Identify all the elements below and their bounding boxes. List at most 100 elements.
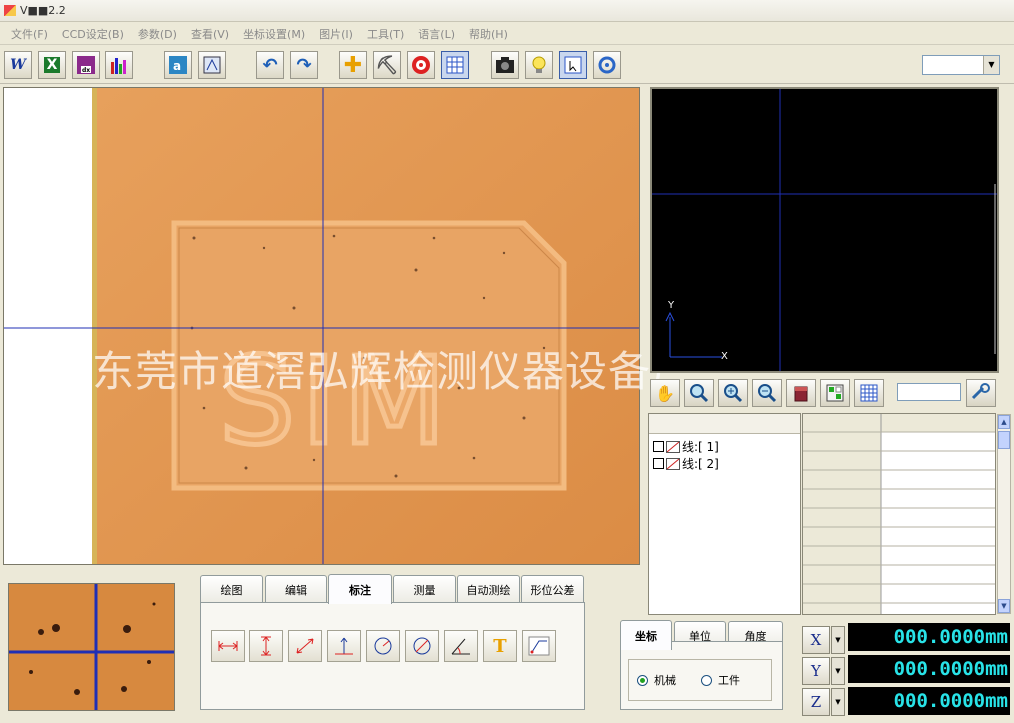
list-item[interactable]: 线:[ 2] — [653, 455, 719, 472]
select-button[interactable] — [559, 51, 587, 79]
radio-workpiece[interactable]: 工件 — [701, 672, 740, 688]
tab-coordinates[interactable]: 坐标 — [620, 620, 672, 650]
report-chart-button[interactable] — [105, 51, 133, 79]
refresh-button[interactable] — [593, 51, 621, 79]
excel-icon: X — [43, 57, 61, 73]
excel-export-button[interactable]: X — [38, 51, 66, 79]
radio-machine[interactable]: 机械 — [637, 672, 676, 688]
radio-machine-indicator[interactable] — [637, 674, 648, 686]
select-icon — [564, 56, 582, 74]
watermark-text: 东莞市道滘弘辉检测仪器设备厂 — [92, 347, 695, 396]
menu-parameters[interactable]: 参数(D) — [131, 26, 184, 42]
measure-tool-button[interactable] — [966, 379, 996, 407]
camera-view[interactable]: SIM — [3, 87, 640, 565]
scroll-down-icon[interactable]: ▼ — [998, 599, 1010, 613]
leader-button[interactable] — [522, 630, 556, 662]
menu-ccd-settings[interactable]: CCD设定(B) — [55, 26, 131, 42]
camera-icon — [496, 57, 514, 73]
radio-workpiece-label: 工件 — [718, 674, 740, 687]
y-axis-button[interactable]: Y — [802, 657, 830, 685]
radius-button[interactable] — [366, 630, 400, 662]
dxf-export-button[interactable]: dx — [72, 51, 100, 79]
toolbar-dropdown[interactable]: ▼ — [922, 55, 1000, 75]
grid-scrollbar[interactable]: ▲ ▼ — [997, 414, 1011, 614]
graphics-canvas — [652, 89, 997, 371]
z-axis-button[interactable]: Z — [802, 688, 830, 716]
aligned-dimension-button[interactable] — [288, 630, 322, 662]
feature-list-header — [649, 414, 800, 434]
vertical-dimension-button[interactable] — [249, 630, 283, 662]
thumbnail-view[interactable] — [8, 583, 175, 711]
menu-coordinate-settings[interactable]: 坐标设置(M) — [236, 26, 312, 42]
diameter-button[interactable] — [405, 630, 439, 662]
grid-icon — [446, 56, 464, 74]
crosshair-button[interactable]: ✚ — [339, 51, 367, 79]
radio-machine-label: 机械 — [654, 674, 676, 687]
y-axis-dropdown[interactable]: ▼ — [831, 657, 845, 685]
target-icon — [412, 56, 430, 74]
redo-button[interactable]: ↷ — [290, 51, 318, 79]
text-button[interactable]: T — [483, 630, 517, 662]
x-axis-button[interactable]: X — [802, 626, 830, 654]
layout-button[interactable] — [820, 379, 850, 407]
list-item-label: 线:[ 1] — [682, 440, 719, 454]
tab-draw[interactable]: 绘图 — [200, 575, 263, 603]
graph-input[interactable] — [897, 383, 961, 401]
target-button[interactable] — [407, 51, 435, 79]
perpendicular-button[interactable] — [327, 630, 361, 662]
feature-list[interactable]: 线:[ 1] 线:[ 2] — [648, 413, 801, 615]
hand-icon: ✋ — [655, 383, 675, 403]
angle-icon — [451, 638, 470, 655]
crosshair-icon: ✚ — [343, 52, 363, 78]
horizontal-dimension-button[interactable] — [211, 630, 245, 662]
angle-button[interactable] — [444, 630, 478, 662]
tab-auto-measure[interactable]: 自动测绘 — [457, 575, 520, 603]
menu-file[interactable]: 文件(F) — [4, 26, 55, 42]
menu-help[interactable]: 帮助(H) — [462, 26, 515, 42]
light-button[interactable] — [525, 51, 553, 79]
tab-measure[interactable]: 测量 — [393, 575, 456, 603]
scroll-up-icon[interactable]: ▲ — [998, 415, 1010, 429]
diameter-icon — [413, 637, 431, 655]
menu-tools[interactable]: 工具(T) — [360, 26, 411, 42]
pick-tool-button[interactable]: ⛏ — [373, 51, 401, 79]
tab-edit[interactable]: 编辑 — [265, 575, 327, 603]
refresh-icon — [598, 56, 616, 74]
capture-button[interactable] — [491, 51, 519, 79]
undo-button[interactable]: ↶ — [256, 51, 284, 79]
menu-view[interactable]: 查看(V) — [184, 26, 236, 42]
list-item[interactable]: 线:[ 1] — [653, 438, 719, 455]
aligned-dimension-icon — [296, 638, 314, 654]
horizontal-dimension-icon — [218, 641, 238, 651]
grid-button[interactable] — [441, 51, 469, 79]
zoom-window-button[interactable] — [684, 379, 714, 407]
menu-language[interactable]: 语言(L) — [411, 26, 462, 42]
perpendicular-icon — [335, 637, 353, 655]
zoom-in-button[interactable] — [718, 379, 748, 407]
pan-button[interactable]: ✋ — [650, 379, 680, 407]
graphics-view[interactable]: Y X — [650, 87, 999, 373]
layout-icon — [826, 384, 844, 402]
erase-button[interactable] — [786, 379, 816, 407]
zoom-out-button[interactable] — [752, 379, 782, 407]
radio-workpiece-indicator[interactable] — [701, 674, 712, 686]
menu-image[interactable]: 图片(I) — [312, 26, 360, 42]
tab-annotate[interactable]: 标注 — [328, 574, 392, 604]
z-axis-dropdown[interactable]: ▼ — [831, 688, 845, 716]
tab-form-tolerance[interactable]: 形位公差 — [521, 575, 584, 603]
graph-grid-button[interactable] — [854, 379, 884, 407]
checkbox[interactable] — [653, 441, 664, 452]
checkbox[interactable] — [653, 458, 664, 469]
radius-icon — [374, 637, 392, 655]
auto-focus-button[interactable]: a — [164, 51, 192, 79]
leader-icon — [528, 636, 550, 656]
scroll-thumb[interactable] — [998, 431, 1010, 449]
x-axis-dropdown[interactable]: ▼ — [831, 626, 845, 654]
word-export-button[interactable]: W — [4, 51, 32, 79]
text-icon: T — [493, 635, 507, 657]
y-readout: 000.0000mm — [848, 655, 1010, 683]
z-readout: 000.0000mm — [848, 687, 1010, 715]
eraser-icon — [794, 386, 808, 402]
calibrate-button[interactable] — [198, 51, 226, 79]
result-grid[interactable] — [802, 413, 996, 615]
